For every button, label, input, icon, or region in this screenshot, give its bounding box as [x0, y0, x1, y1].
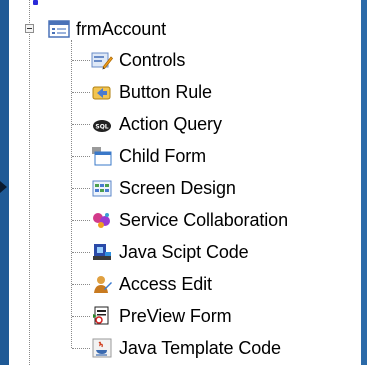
tree-node-label: Java Template Code [119, 337, 281, 358]
tree-guide-line [72, 156, 90, 157]
tree-node-label: Access Edit [119, 273, 212, 294]
tree-guide-line [72, 188, 90, 189]
tree-guide-line [29, 0, 30, 365]
svg-text:SQL: SQL [95, 124, 108, 131]
tree-item-preview-form[interactable]: PreView Form [91, 304, 232, 328]
javascript-code-icon [91, 242, 113, 262]
child-form-icon [91, 146, 113, 166]
project-tree: frmAccount Controls Button Rule SQL Acti… [9, 0, 361, 365]
collapse-toggle[interactable] [25, 24, 34, 33]
tree-node-label: Button Rule [119, 81, 212, 102]
tree-guide-line [71, 40, 72, 348]
access-edit-icon [91, 274, 113, 294]
splitter-arrow-icon[interactable] [0, 181, 7, 193]
tree-node-label: Controls [119, 49, 186, 70]
tree-node-label: Java Scipt Code [119, 241, 249, 262]
tree-node-label: Service Collaboration [119, 209, 288, 230]
tree-item-java-template-code[interactable]: Java Template Code [91, 336, 281, 360]
tree-node-label: Action Query [119, 113, 222, 134]
tree-guide-line [72, 220, 90, 221]
tree-node-label: PreView Form [119, 305, 232, 326]
tree-guide-line [72, 124, 90, 125]
tree-guide-line [72, 348, 90, 349]
tree-item-action-query[interactable]: SQL Action Query [91, 112, 222, 136]
tree-guide-line [72, 316, 90, 317]
controls-icon [91, 50, 113, 70]
tree-node-label: frmAccount [76, 18, 167, 39]
sql-query-icon: SQL [91, 114, 113, 134]
tree-node-label: Child Form [119, 145, 207, 166]
tree-guide-line [72, 284, 90, 285]
tree-guide-line [72, 92, 90, 93]
tree-item-access-edit[interactable]: Access Edit [91, 272, 212, 296]
tree-node-label: Screen Design [119, 177, 236, 198]
java-template-icon [91, 338, 113, 358]
tree-item-controls[interactable]: Controls [91, 48, 185, 72]
service-collaboration-icon [91, 210, 113, 230]
tree-item-javascript-code[interactable]: Java Scipt Code [91, 240, 249, 264]
tree-top-node-icon [33, 0, 38, 5]
button-rule-icon [91, 82, 113, 102]
tree-item-service-collaboration[interactable]: Service Collaboration [91, 208, 288, 232]
tree-item-button-rule[interactable]: Button Rule [91, 80, 212, 104]
form-window-icon [48, 19, 70, 39]
tree-guide-line [72, 252, 90, 253]
screen-design-icon [91, 178, 113, 198]
tree-guide-line [72, 60, 90, 61]
preview-form-icon [91, 306, 113, 326]
right-edge [361, 0, 367, 365]
tree-node-root[interactable]: frmAccount [48, 17, 166, 41]
tree-item-child-form[interactable]: Child Form [91, 144, 206, 168]
tree-item-screen-design[interactable]: Screen Design [91, 176, 236, 200]
